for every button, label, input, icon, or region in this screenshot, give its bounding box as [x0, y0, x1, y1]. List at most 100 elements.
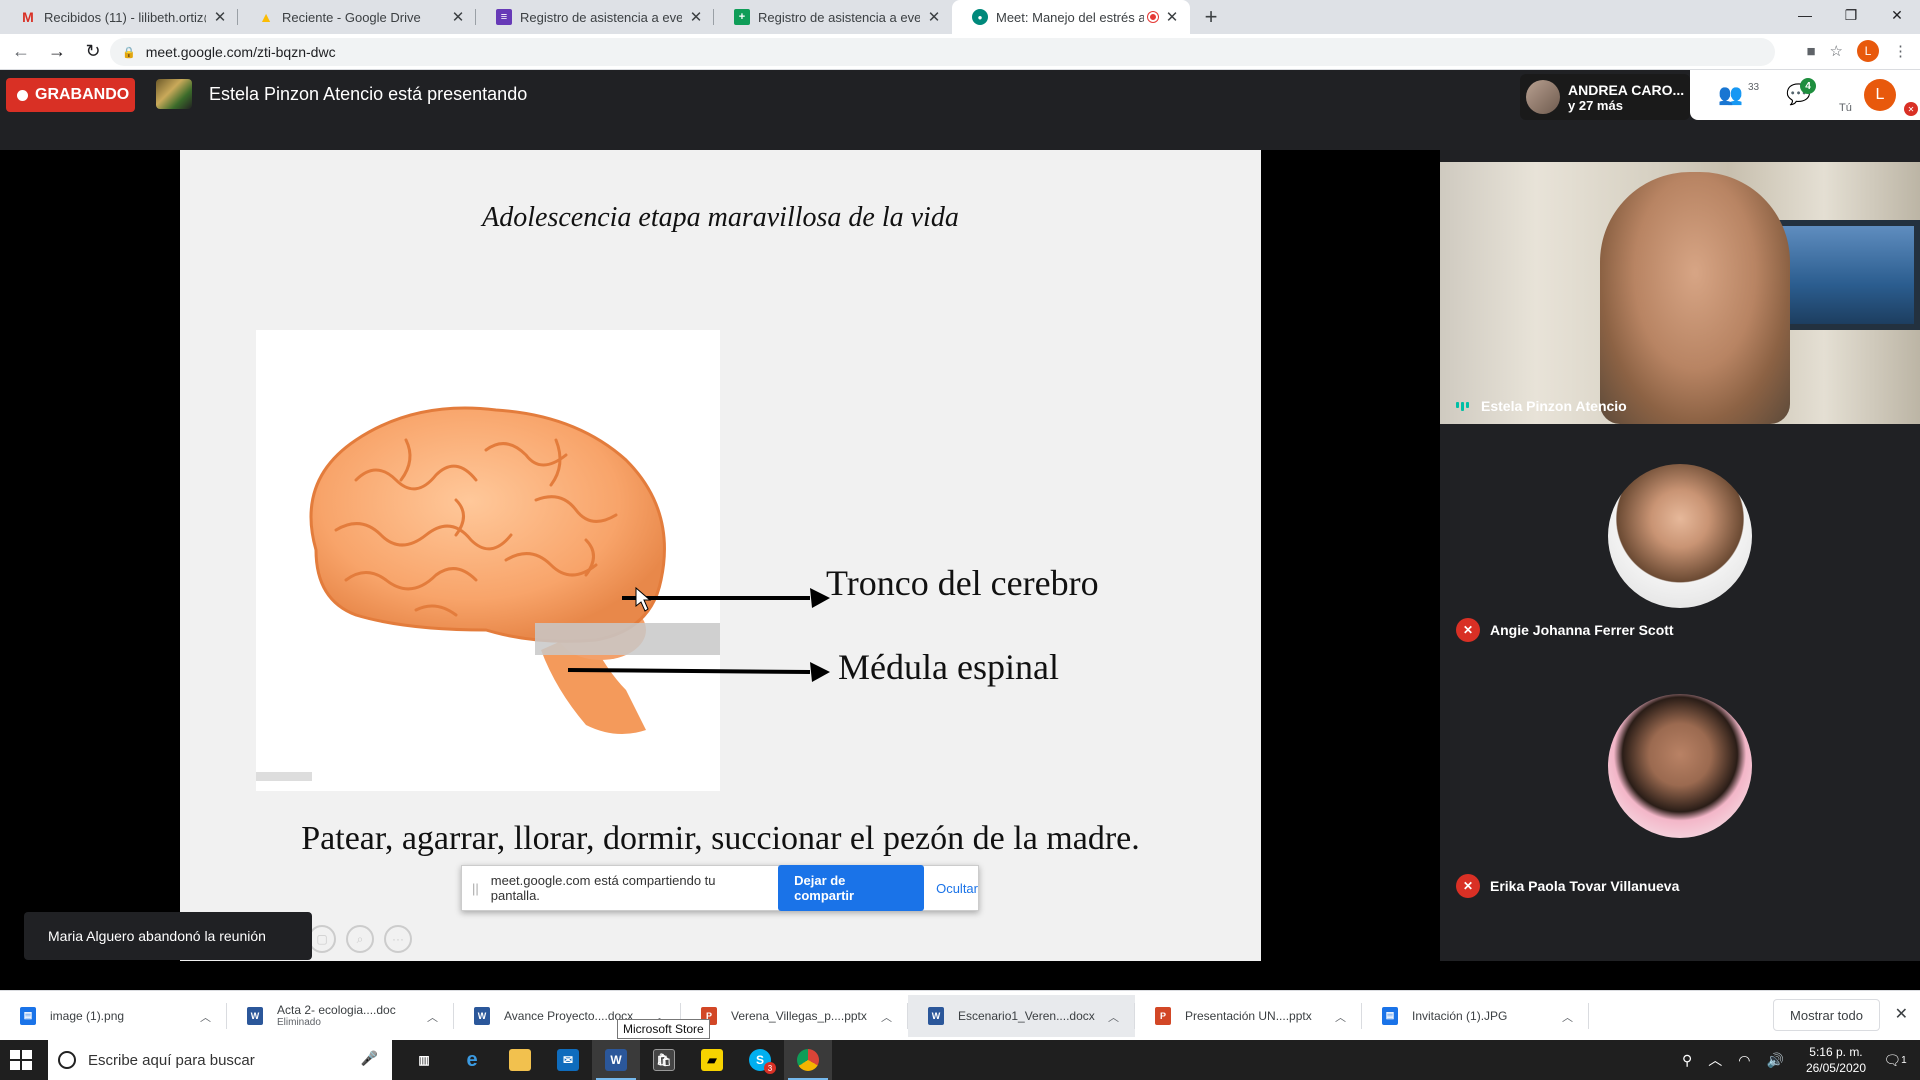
slide-bottom-text: Patear, agarrar, llorar, dormir, succion…: [301, 820, 1140, 857]
notifications-icon[interactable]: 🗨 1: [1880, 1048, 1910, 1072]
people-card-line2: y 27 más: [1568, 97, 1623, 113]
chevron-up-icon[interactable]: ︿: [200, 1009, 211, 1025]
close-tab-icon[interactable]: ✕: [926, 8, 942, 26]
label-spinal-cord: Médula espinal: [838, 647, 1059, 687]
close-window-icon[interactable]: ✕: [1874, 0, 1920, 30]
close-tab-icon[interactable]: ✕: [212, 8, 228, 26]
slide-tools: ▢ ⌕ ···: [308, 925, 412, 953]
share-message: meet.google.com está compartiendo tu pan…: [490, 873, 716, 903]
restore-icon[interactable]: ❐: [1828, 0, 1874, 30]
hide-button[interactable]: Ocultar: [936, 881, 978, 896]
participant-name-row: ✕ Angie Johanna Ferrer Scott: [1456, 618, 1674, 642]
url-input[interactable]: 🔒 meet.google.com/zti-bqzn-dwc: [110, 38, 1775, 66]
windows-start-icon[interactable]: [10, 1050, 32, 1070]
microsoft-store-icon[interactable]: 🛍: [640, 1040, 688, 1080]
download-item[interactable]: W Escenario1_Veren....docx ︿: [908, 994, 1135, 1037]
tab-drive[interactable]: ▲ Reciente - Google Drive ✕: [238, 0, 476, 34]
mail-icon[interactable]: ✉: [544, 1040, 592, 1080]
watermark: [535, 623, 720, 655]
participant-thumbnail: [1526, 80, 1560, 114]
download-item[interactable]: W Acta 2- ecologia....doc Eliminado ︿: [227, 995, 454, 1037]
close-tab-icon[interactable]: ✕: [450, 8, 466, 26]
bookmark-star-icon[interactable]: ☆: [1830, 42, 1843, 60]
download-item[interactable]: ▤ Invitación (1).JPG ︿: [1362, 995, 1589, 1037]
zoom-icon[interactable]: ⌕: [346, 925, 374, 953]
close-tab-icon[interactable]: ✕: [1164, 8, 1180, 26]
new-tab-button[interactable]: +: [1194, 0, 1228, 34]
participant-avatar: [1608, 464, 1752, 608]
tab-sheets[interactable]: + Registro de asistencia a eventos( ✕: [714, 0, 952, 34]
camera-icon[interactable]: ■: [1806, 43, 1815, 60]
chevron-up-icon[interactable]: ︿: [881, 1009, 892, 1025]
tab-gmail[interactable]: M Recibidos (11) - lilibeth.ortiz@un ✕: [0, 0, 238, 34]
chevron-up-icon[interactable]: ︿: [1335, 1009, 1346, 1025]
recording-badge[interactable]: GRABANDO: [6, 78, 135, 112]
wifi-icon[interactable]: ◠: [1738, 1052, 1750, 1069]
presenter-avatar: [156, 79, 192, 109]
search-placeholder: Escribe aquí para buscar: [88, 1051, 255, 1069]
back-icon[interactable]: ←: [6, 37, 36, 67]
presenting-text: Estela Pinzon Atencio está presentando: [209, 84, 528, 104]
edge-icon[interactable]: e: [448, 1040, 496, 1080]
reload-icon[interactable]: ↻: [78, 37, 108, 67]
people-card[interactable]: ANDREA CARO... y 27 más: [1520, 74, 1690, 120]
download-item[interactable]: P Verena_Villegas_p....pptx ︿: [681, 995, 908, 1037]
people-tray-icon[interactable]: ⚲: [1682, 1052, 1692, 1069]
taskbar-search-input[interactable]: Escribe aquí para buscar 🎤: [48, 1040, 392, 1080]
tooltip: Microsoft Store: [617, 1019, 710, 1039]
browser-tab-strip: M Recibidos (11) - lilibeth.ortiz@un ✕ ▲…: [0, 0, 1920, 34]
drag-handle-icon[interactable]: ||: [472, 881, 479, 896]
fit-icon[interactable]: ▢: [308, 925, 336, 953]
microphone-icon[interactable]: 🎤: [361, 1050, 378, 1067]
profile-avatar[interactable]: L: [1857, 40, 1879, 62]
stop-sharing-button[interactable]: Dejar de compartir: [778, 865, 925, 911]
show-all-button[interactable]: Mostrar todo: [1773, 999, 1880, 1031]
skype-badge: 3: [764, 1062, 776, 1074]
chrome-icon[interactable]: [784, 1040, 832, 1080]
slide-title: Adolescencia etapa maravillosa de la vid…: [482, 202, 959, 233]
image-file-icon: ▤: [1382, 1006, 1398, 1025]
close-tab-icon[interactable]: ✕: [688, 8, 704, 26]
skype-icon[interactable]: S3: [736, 1040, 784, 1080]
download-item[interactable]: P Presentación UN....pptx ︿: [1135, 995, 1362, 1037]
participant-tile-video[interactable]: Estela Pinzon Atencio: [1440, 162, 1920, 424]
sticky-notes-icon[interactable]: ▰: [688, 1040, 736, 1080]
people-icon[interactable]: 👥: [1718, 82, 1743, 107]
tab-meet[interactable]: ● Meet: Manejo del estrés ado ✕: [952, 0, 1190, 34]
menu-dots-icon[interactable]: ⋮: [1893, 42, 1908, 60]
word-app-icon[interactable]: W: [592, 1040, 640, 1080]
tab-title: Recibidos (11) - lilibeth.ortiz@un: [44, 9, 206, 25]
word-file-icon: W: [247, 1006, 263, 1025]
show-hidden-icon[interactable]: ︿: [1708, 1050, 1722, 1070]
more-icon[interactable]: ···: [384, 925, 412, 953]
chevron-up-icon[interactable]: ︿: [1562, 1009, 1573, 1025]
screen-share-bar: || meet.google.com está compartiendo tu …: [461, 865, 979, 911]
my-avatar[interactable]: L: [1864, 79, 1896, 111]
me-label: Tú: [1839, 102, 1852, 114]
participant-tile[interactable]: ✕ Erika Paola Tovar Villanueva: [1440, 686, 1920, 948]
volume-icon[interactable]: 🔊: [1767, 1052, 1784, 1069]
brain-image: [256, 330, 720, 791]
tab-forms[interactable]: ≡ Registro de asistencia a eventos( ✕: [476, 0, 714, 34]
chevron-up-icon[interactable]: ︿: [1108, 1009, 1119, 1025]
image-file-icon: ▤: [20, 1006, 36, 1025]
slide: Adolescencia etapa maravillosa de la vid…: [180, 150, 1261, 961]
meet-controls: 👥 33 💬 4 Tú L ✕: [1690, 70, 1920, 120]
cortana-icon: [58, 1051, 76, 1069]
mic-off-icon: ✕: [1456, 618, 1480, 642]
task-view-icon[interactable]: ▥: [400, 1040, 448, 1080]
file-explorer-icon[interactable]: [496, 1040, 544, 1080]
speaking-indicator-icon: [1456, 401, 1469, 411]
brain-illustration: [309, 406, 666, 734]
wall-picture: [1770, 220, 1920, 330]
close-shelf-icon[interactable]: ✕: [1895, 1004, 1908, 1024]
tab-title: Reciente - Google Drive: [282, 9, 421, 25]
download-item[interactable]: ▤ image (1).png ︿: [0, 995, 227, 1037]
people-card-line1: ANDREA CARO...: [1568, 81, 1685, 98]
participants-count: 33: [1748, 82, 1760, 93]
clock[interactable]: 5:16 p. m. 26/05/2020: [1806, 1044, 1866, 1076]
forward-icon[interactable]: →: [42, 37, 72, 67]
participant-tile[interactable]: ✕ Angie Johanna Ferrer Scott: [1440, 424, 1920, 686]
chevron-up-icon[interactable]: ︿: [427, 1009, 438, 1025]
minimize-icon[interactable]: —: [1782, 0, 1828, 30]
